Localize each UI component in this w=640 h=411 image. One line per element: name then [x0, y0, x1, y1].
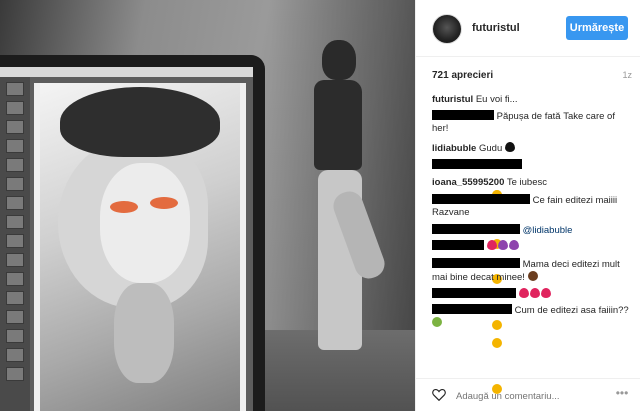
tool-icon — [6, 158, 24, 172]
comment-mention[interactable]: @lidiabuble — [523, 225, 573, 236]
red-heart-emoji-icon — [486, 240, 497, 250]
comment — [432, 240, 632, 330]
comment-footer: ••• — [416, 378, 640, 411]
nauseated-emoji-icon — [432, 317, 442, 327]
follow-button[interactable]: Urmărește — [566, 16, 628, 40]
comment-username[interactable]: ioana_55995200 — [432, 177, 504, 188]
more-options-icon[interactable]: ••• — [614, 387, 630, 403]
tool-icon — [6, 215, 24, 229]
black-heart-emoji-icon — [504, 142, 515, 152]
red-heart-emoji-icon — [518, 288, 529, 298]
editor-toolbar — [0, 77, 30, 411]
smirk-emoji-icon — [492, 338, 502, 348]
standing-woman-figure — [300, 40, 389, 370]
figure-torso — [314, 80, 362, 170]
redacted-username — [432, 110, 494, 120]
laptop-screen — [0, 67, 253, 411]
heart-outline-icon[interactable] — [432, 388, 446, 401]
post-header: futuristul Urmărește — [416, 0, 640, 57]
red-heart-emoji-icon — [540, 288, 551, 298]
tool-icon — [6, 120, 24, 134]
redacted-username — [432, 240, 484, 250]
redacted-username — [432, 224, 520, 234]
comment-username[interactable]: futuristul — [432, 94, 473, 105]
add-comment-input[interactable] — [456, 389, 606, 403]
post-meta: 721 aprecieri 1z — [432, 70, 632, 84]
artboard — [34, 83, 246, 411]
laptop — [0, 55, 265, 411]
figure-head — [322, 40, 356, 80]
comment: futuristul Eu voi fi... — [432, 94, 632, 106]
tool-icon — [6, 348, 24, 362]
tool-icon — [6, 367, 24, 381]
post-photo[interactable] — [0, 0, 415, 411]
portrait-image — [40, 83, 240, 411]
comment-text: Eu voi fi... — [475, 94, 518, 105]
comment-text: Gudu — [478, 143, 503, 154]
purple-heart-emoji-icon — [497, 240, 508, 250]
tool-icon — [6, 329, 24, 343]
comment-text: Te iubesc — [506, 177, 547, 188]
avatar[interactable] — [432, 14, 462, 44]
redacted-username — [432, 194, 530, 204]
comment: ioana_55995200 Te iubesc — [432, 177, 632, 189]
tool-icon — [6, 196, 24, 210]
redacted-username — [432, 304, 512, 314]
redacted-username — [432, 288, 516, 298]
comment: Cum de editezi asa faiiin?? — [432, 304, 632, 394]
post-username[interactable]: futuristul — [472, 22, 520, 34]
tool-icon — [6, 310, 24, 324]
portrait-hand — [114, 283, 174, 383]
red-heart-emoji-icon — [529, 288, 540, 298]
post-side-panel: futuristul Urmărește 721 aprecieri 1z fu… — [415, 0, 640, 411]
post-time[interactable]: 1z — [622, 70, 632, 80]
screen-menubar — [0, 67, 253, 77]
tool-icon — [6, 82, 24, 96]
portrait-eye-makeup — [110, 201, 138, 213]
tool-icon — [6, 177, 24, 191]
person-emoji-icon — [527, 271, 538, 281]
purple-heart-emoji-icon — [508, 240, 519, 250]
redacted-username — [432, 258, 520, 268]
comment — [432, 159, 632, 249]
comment: Păpușa de fată Take care of her! — [432, 110, 632, 200]
tool-icon — [6, 253, 24, 267]
comment-text: Păpușa de fată — [496, 111, 561, 122]
redacted-username — [432, 159, 522, 169]
portrait-eye-makeup — [150, 197, 178, 209]
comment-username[interactable]: lidiabuble — [432, 143, 476, 154]
comment-text: Cum de editezi asa faiiin?? — [514, 305, 629, 316]
tool-icon — [6, 139, 24, 153]
tool-icon — [6, 291, 24, 305]
comment — [432, 288, 632, 301]
comment: lidiabuble Gudu — [432, 142, 632, 155]
tool-icon — [6, 234, 24, 248]
portrait-face — [100, 163, 190, 283]
comment: Ce fain editezi maiiii Razvane — [432, 194, 632, 284]
comment: Mama deci editezi mult mai bine decat mi… — [432, 258, 632, 348]
likes-count[interactable]: 721 aprecieri — [432, 70, 493, 81]
tool-icon — [6, 272, 24, 286]
portrait-hat — [60, 87, 220, 157]
comment: @lidiabuble — [432, 224, 632, 314]
tool-icon — [6, 101, 24, 115]
